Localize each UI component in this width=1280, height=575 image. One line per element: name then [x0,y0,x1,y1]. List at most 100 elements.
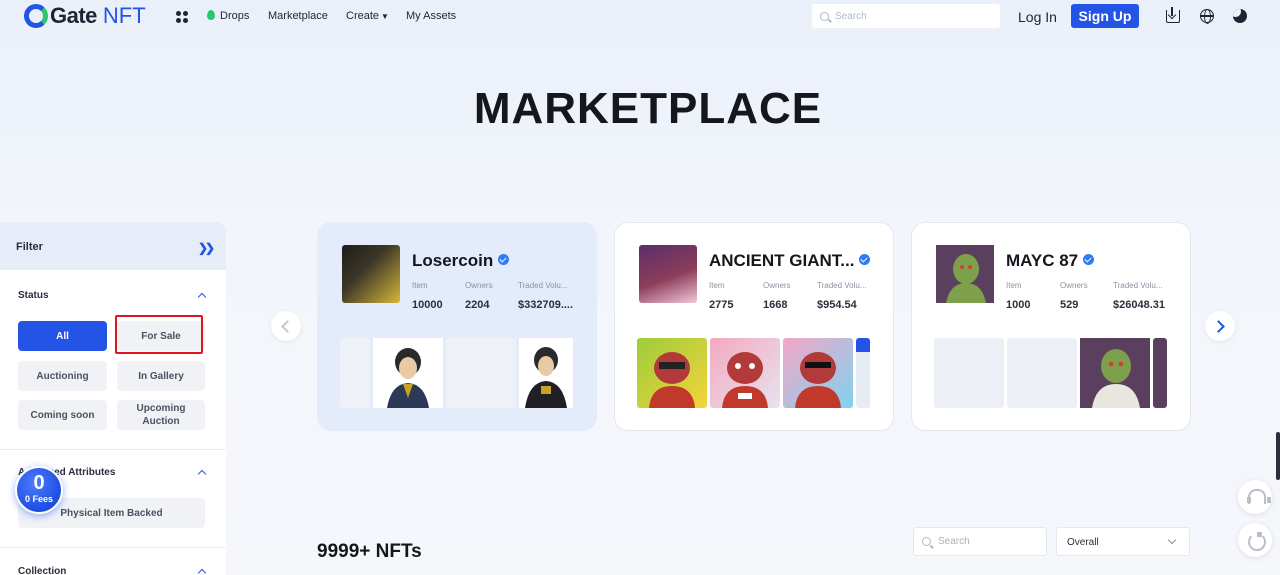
stat-value: 1668 [763,299,788,311]
stat-label: Item [412,281,428,290]
nav-create-label: Create [346,10,380,22]
nav-drops[interactable]: Drops [207,10,249,22]
nft-character-image [373,338,443,408]
collection-name: ANCIENT GIANT... [709,251,855,270]
nft-preview-tile[interactable] [1153,338,1167,408]
search-icon [922,537,931,546]
nft-bull-image [795,352,841,408]
stat-value: 2204 [465,299,490,311]
gate-logo-icon [24,4,48,28]
collection-name: Losercoin [412,251,494,270]
chevron-down-icon [1167,535,1177,545]
nft-preview-tile[interactable] [637,338,707,408]
nft-bull-image [722,352,768,408]
collection-card[interactable]: ANCIENT GIANT... Item Owners Traded Volu… [614,222,894,431]
collection-card[interactable]: Losercoin Item Owners Traded Volu... 100… [317,222,597,431]
login-link[interactable]: Log In [1018,9,1057,25]
collection-thumbnail [342,245,400,303]
status-upcoming-auction-button[interactable]: Upcoming Auction [117,400,205,430]
globe-icon[interactable] [1200,9,1214,24]
zero-fees-badge[interactable]: 0 0 Fees [15,466,63,514]
stat-value: $332709.... [518,299,574,311]
verified-badge-icon [859,254,871,265]
collection-name-wrap: Losercoin [412,251,510,271]
nav-marketplace[interactable]: Marketplace [268,10,328,22]
collection-name-wrap: ANCIENT GIANT... [709,251,871,271]
collection-name: MAYC 87 [1006,251,1079,270]
filter-title: Filter [16,241,43,253]
stat-label: Traded Volu... [1113,281,1163,290]
nft-preview-tile[interactable] [340,338,370,408]
sort-select[interactable]: Overall [1056,527,1190,556]
theme-toggle-icon[interactable] [1233,9,1247,23]
stat-value: 529 [1060,299,1079,311]
stat-label: Traded Volu... [817,281,867,290]
customer-support-icon[interactable] [1238,480,1272,514]
divider [0,547,226,548]
stat-label: Traded Volu... [518,281,568,290]
refresh-icon[interactable] [1238,523,1272,557]
nav-create[interactable]: Create ▼ [346,10,389,22]
top-nav: Gate NFT Drops Marketplace Create ▼ My As… [0,0,1280,34]
nft-preview-tile[interactable] [783,338,853,408]
nft-preview-tile[interactable] [519,338,573,408]
gate-nft-logo[interactable]: Gate NFT [24,3,146,28]
stat-label: Owners [763,281,791,290]
nft-preview-strip [340,338,573,408]
collection-thumbnail [639,245,697,303]
nav-drops-label: Drops [220,10,250,22]
nft-preview-tile[interactable] [1007,338,1077,408]
status-section-title: Status [18,290,49,301]
status-auctioning-button[interactable]: Auctioning [18,361,107,391]
fees-label: 0 Fees [24,494,54,504]
nft-bull-image [649,352,695,408]
status-coming-soon-button[interactable]: Coming soon [18,400,107,430]
scrollbar[interactable] [1276,432,1280,480]
divider [0,449,226,450]
nft-character-image [519,338,573,408]
stat-value: $26048.31 [1113,299,1165,311]
logo-text: Gate [50,3,97,28]
carousel-next-button[interactable] [1205,311,1235,341]
collection-name-wrap: MAYC 87 [1006,251,1095,271]
page-title: MARKETPLACE [473,84,823,133]
sort-select-value: Overall [1067,537,1099,548]
signup-button[interactable]: Sign Up [1071,4,1139,28]
drops-icon [207,10,215,20]
nav-my-assets[interactable]: My Assets [406,10,456,22]
stat-label: Item [1006,281,1022,290]
search-icon [820,11,829,21]
nft-preview-strip [637,338,870,408]
status-all-button[interactable]: All [18,321,107,351]
listing-search-box[interactable] [913,527,1047,556]
stat-value: 2775 [709,299,734,311]
nft-preview-tile[interactable] [446,338,516,408]
stat-label: Owners [1060,281,1088,290]
nft-preview-tile[interactable] [1080,338,1150,408]
status-in-gallery-button[interactable]: In Gallery [117,361,205,391]
top-search-box[interactable] [812,4,1000,28]
top-search-input[interactable] [835,10,985,22]
annotation-highlight-box [115,315,203,354]
collection-card[interactable]: MAYC 87 Item Owners Traded Volu... 1000 … [911,222,1191,431]
nft-preview-tile[interactable] [710,338,780,408]
apps-icon[interactable] [176,11,188,23]
nft-count: 9999+ NFTs [317,541,422,562]
verified-badge-icon [498,254,510,265]
listing-search-input[interactable] [938,536,1038,547]
nft-preview-tile[interactable] [934,338,1004,408]
stat-value: 1000 [1006,299,1031,311]
stat-label: Item [709,281,725,290]
download-icon[interactable] [1166,7,1180,23]
stat-value: 10000 [412,299,443,311]
carousel-prev-button[interactable] [271,311,301,341]
collection-thumbnail [936,245,994,303]
caret-down-icon: ▼ [381,12,389,21]
nft-preview-strip [934,338,1167,408]
collection-section-title: Collection [18,566,67,575]
nft-preview-tile[interactable] [856,338,870,408]
nft-ape-image [1080,338,1150,408]
collapse-filter-icon[interactable]: ❯❯ [198,241,215,255]
stat-value: $954.54 [817,299,857,311]
nft-preview-tile[interactable] [373,338,443,408]
